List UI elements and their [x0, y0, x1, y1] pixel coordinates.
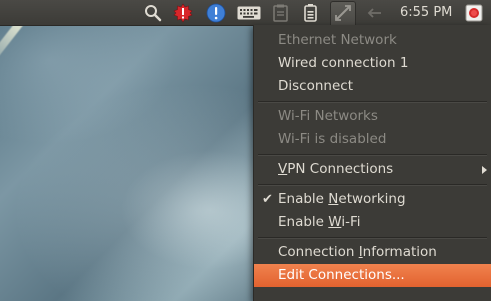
- menu-separator: [258, 101, 487, 103]
- menu-item-wifi-disabled-status: Wi-Fi is disabled: [254, 128, 491, 151]
- menu-item-ethernet-network-header: Ethernet Network: [254, 29, 491, 52]
- mnemonic: N: [328, 191, 339, 207]
- network-dropdown-menu: Ethernet Network Wired connection 1 Disc…: [253, 25, 491, 301]
- submenu-arrow-icon: [482, 166, 487, 174]
- menu-item-enable-wifi[interactable]: Enable Wi-Fi: [254, 211, 491, 234]
- menu-item-label: VPN Connections: [278, 161, 394, 177]
- update-notifier-icon[interactable]: [172, 2, 194, 24]
- keyboard-icon[interactable]: [236, 2, 262, 24]
- menu-item-label: Edit Connections...: [278, 267, 405, 283]
- menu-item-label: Enable Wi-Fi: [278, 214, 361, 230]
- battery-icon[interactable]: [300, 2, 322, 24]
- menu-item-label: Disconnect: [278, 78, 353, 94]
- menu-item-enable-networking[interactable]: ✔ Enable Networking: [254, 188, 491, 211]
- menu-item-wired-connection-1[interactable]: Wired connection 1: [254, 52, 491, 75]
- menu-item-label: Wi-Fi is disabled: [278, 131, 387, 147]
- checkmark-icon: ✔: [262, 192, 273, 207]
- menu-item-label: Connection Information: [278, 244, 437, 260]
- mnemonic: W: [328, 214, 342, 230]
- menu-separator: [258, 184, 487, 186]
- panel-clock[interactable]: 6:55 PM: [400, 0, 452, 26]
- menu-item-label: Wired connection 1: [278, 55, 409, 71]
- menu-separator: [258, 237, 487, 239]
- menu-item-vpn-connections[interactable]: VPN Connections: [254, 158, 491, 181]
- menu-separator: [258, 154, 487, 156]
- volume-icon[interactable]: [364, 2, 386, 24]
- menu-item-label: Ethernet Network: [278, 32, 397, 48]
- search-icon[interactable]: [142, 2, 164, 24]
- session-icon[interactable]: [463, 2, 485, 24]
- menu-item-edit-connections[interactable]: Edit Connections...: [254, 264, 491, 287]
- top-panel: 6:55 PM: [0, 0, 491, 26]
- network-icon[interactable]: [332, 2, 354, 24]
- menu-item-wifi-networks-header: Wi-Fi Networks: [254, 105, 491, 128]
- info-icon[interactable]: [205, 2, 227, 24]
- clipboard-icon[interactable]: [270, 2, 292, 24]
- menu-item-label: Enable Networking: [278, 191, 406, 207]
- menu-item-disconnect[interactable]: Disconnect: [254, 75, 491, 98]
- menu-item-label: Wi-Fi Networks: [278, 108, 378, 124]
- mnemonic: V: [278, 161, 288, 177]
- menu-item-connection-information[interactable]: Connection Information: [254, 241, 491, 264]
